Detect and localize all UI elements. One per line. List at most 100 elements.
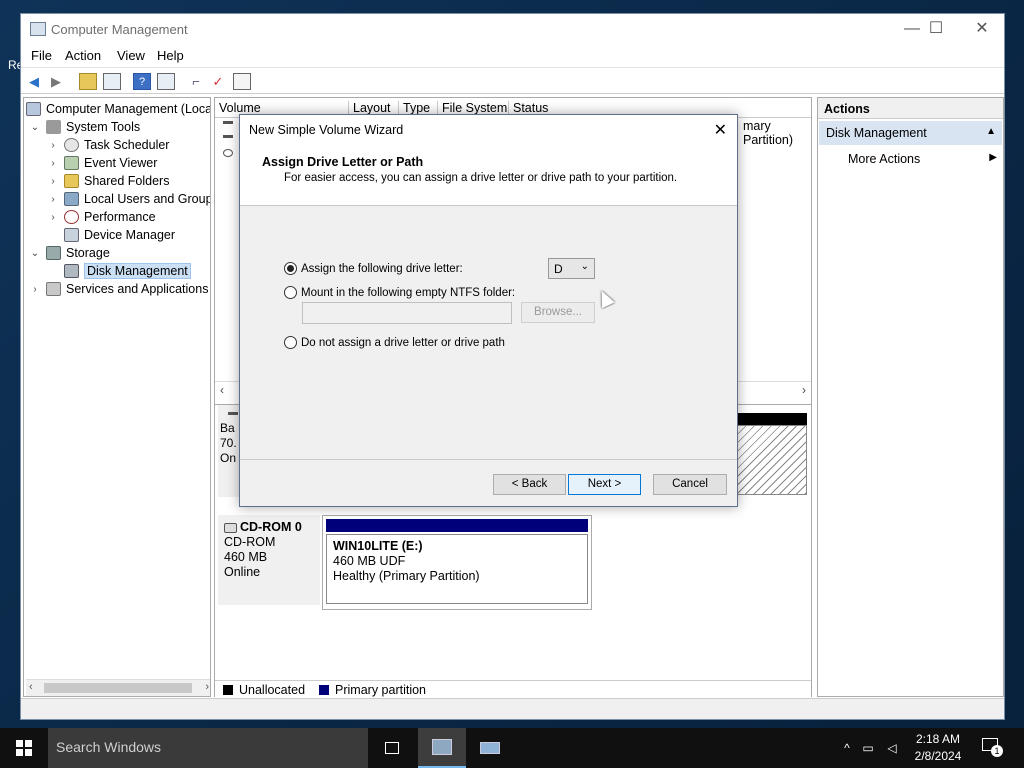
collapsed-chevron-icon[interactable]: ›	[48, 194, 58, 205]
forward-arrow-icon[interactable]: ▶	[47, 73, 65, 90]
taskbar-clock[interactable]: 2:18 AM 2/8/2024	[908, 731, 968, 765]
primary-partition-bar	[326, 519, 588, 532]
properties-icon[interactable]	[233, 73, 251, 90]
dialog-close-button[interactable]: ✕	[714, 120, 727, 140]
menu-help[interactable]: Help	[157, 48, 184, 63]
actions-section-disk-management[interactable]: Disk Management ▲	[819, 121, 1002, 145]
wizard-header: Assign Drive Letter or Path For easier a…	[240, 145, 737, 206]
tree-item-performance[interactable]: › Performance	[48, 208, 156, 226]
dialog-title-bar[interactable]: New Simple Volume Wizard ✕	[240, 115, 737, 145]
radio-mount-folder[interactable]: Mount in the following empty NTFS folder…	[284, 286, 515, 299]
unallocated-space-block[interactable]	[737, 425, 807, 495]
services-icon	[46, 282, 61, 296]
menu-file[interactable]: File	[31, 48, 52, 63]
users-icon	[64, 192, 79, 206]
close-button[interactable]: ✕	[959, 14, 1005, 44]
start-button[interactable]	[0, 728, 48, 768]
system-tray: ^ ▭ ◁	[838, 728, 904, 768]
expanded-chevron-icon[interactable]: ⌄	[30, 122, 40, 133]
cdrom-0-label[interactable]: CD-ROM 0 CD-ROM 460 MB Online	[218, 515, 320, 605]
more-actions-item[interactable]: More Actions ▶	[818, 147, 1003, 171]
tree-item-system-tools[interactable]: ⌄ System Tools	[30, 118, 140, 136]
search-placeholder: Search Windows	[56, 739, 162, 755]
cd-volume-row-icon	[223, 149, 233, 157]
tree-item-storage[interactable]: ⌄ Storage	[30, 244, 110, 262]
show-action-pane-icon[interactable]	[157, 73, 175, 90]
menu-view[interactable]: View	[117, 48, 145, 63]
collapsed-chevron-icon[interactable]: ›	[48, 212, 58, 223]
tree-item-event-viewer[interactable]: › Event Viewer	[48, 154, 157, 172]
notification-center-icon[interactable]: 1	[982, 738, 1003, 757]
next-button[interactable]: Next >	[568, 474, 641, 495]
taskbar-search-box[interactable]: Search Windows	[48, 728, 368, 768]
clock-date: 2/8/2024	[914, 749, 962, 763]
cdrom-partition-block[interactable]: WIN10LITE (E:) 460 MB UDF Healthy (Prima…	[322, 515, 592, 610]
drive-letter-dropdown[interactable]: D ⌄	[548, 258, 595, 279]
tree-item-device-manager[interactable]: Device Manager	[48, 226, 175, 244]
computer-management-icon	[30, 22, 46, 36]
radio-no-letter[interactable]: Do not assign a drive letter or drive pa…	[284, 336, 505, 349]
cdrom-0-size: 460 MB	[224, 550, 268, 564]
collapsed-chevron-icon[interactable]: ›	[48, 176, 58, 187]
ntfs-folder-path-input[interactable]	[302, 302, 512, 324]
volume-status-partial: mary Partition)	[743, 119, 794, 147]
legend-unallocated: Unallocated	[239, 682, 306, 697]
title-bar[interactable]: Computer Management — ☐ ✕	[21, 14, 1004, 45]
up-folder-icon[interactable]	[79, 73, 97, 90]
radio-button-selected[interactable]	[284, 262, 297, 275]
maximize-button[interactable]: ☐	[913, 14, 959, 44]
tree-item-services-applications[interactable]: › Services and Applications	[30, 280, 208, 298]
back-arrow-icon[interactable]: ◀	[25, 73, 43, 90]
wizard-heading: Assign Drive Letter or Path	[262, 155, 424, 169]
toolbar: ◀ ▶ ? ⌐ ✓	[21, 67, 1004, 94]
expanded-chevron-icon[interactable]: ⌄	[30, 248, 40, 259]
tree-item-disk-management[interactable]: Disk Management	[48, 262, 191, 280]
unallocated-header-bar	[737, 413, 807, 425]
actions-section-label: Disk Management	[826, 126, 927, 140]
tray-chevron-up-icon[interactable]: ^	[838, 741, 856, 755]
disk-management-icon	[64, 264, 79, 278]
windows-logo-icon	[16, 740, 32, 756]
volume-muted-icon[interactable]: ◁	[880, 741, 904, 755]
menu-action[interactable]: Action	[65, 48, 101, 63]
console-tree: Computer Management (Local ⌄ System Tool…	[23, 97, 211, 697]
collapsed-chevron-icon[interactable]: ›	[48, 140, 58, 151]
tree-item-computer-management[interactable]: Computer Management (Local	[26, 100, 210, 118]
primary-partition-swatch	[319, 684, 330, 695]
radio-button[interactable]	[284, 286, 297, 299]
collapse-up-icon[interactable]: ▲	[986, 126, 996, 137]
tree-horizontal-scrollbar[interactable]: ‹ ›	[26, 679, 210, 696]
new-simple-volume-wizard-dialog: New Simple Volume Wizard ✕ Assign Drive …	[239, 114, 738, 507]
tree-item-task-scheduler[interactable]: › Task Scheduler	[48, 136, 169, 154]
network-icon[interactable]: ▭	[856, 741, 880, 755]
computer-management-taskbar-icon[interactable]	[418, 728, 466, 768]
checklist-icon[interactable]: ✓	[209, 73, 227, 90]
tree-item-local-users-groups[interactable]: › Local Users and Groups	[48, 190, 210, 208]
clock-icon	[64, 138, 79, 152]
disk-tool-taskbar-icon[interactable]	[466, 728, 514, 768]
browse-button[interactable]: Browse...	[521, 302, 595, 323]
collapsed-chevron-icon[interactable]: ›	[30, 284, 40, 295]
cdrom-0-status: Online	[224, 565, 261, 579]
task-view-icon[interactable]	[368, 728, 416, 768]
cdrom-0-type: CD-ROM	[224, 535, 276, 549]
cdrom-0-name: CD-ROM 0	[240, 520, 302, 534]
scroll-thumb[interactable]	[44, 683, 192, 693]
back-button[interactable]: < Back	[493, 474, 566, 495]
scroll-left-icon[interactable]: ‹	[220, 383, 224, 397]
cancel-button[interactable]: Cancel	[653, 474, 727, 495]
tree-item-shared-folders[interactable]: › Shared Folders	[48, 172, 169, 190]
radio-assign-letter[interactable]: Assign the following drive letter:	[284, 262, 463, 275]
storage-icon	[46, 246, 61, 260]
radio-button[interactable]	[284, 336, 297, 349]
taskbar: Search Windows ^ ▭ ◁ 2:18 AM 2/8/2024 1	[0, 728, 1024, 768]
collapsed-chevron-icon[interactable]: ›	[48, 158, 58, 169]
help-icon[interactable]: ?	[133, 73, 151, 90]
shared-folder-icon	[64, 174, 79, 188]
connect-icon[interactable]: ⌐	[187, 73, 205, 90]
scroll-right-icon[interactable]: ›	[205, 681, 209, 693]
scroll-left-icon[interactable]: ‹	[29, 681, 33, 693]
drive-letter-value: D	[554, 262, 563, 276]
show-hide-tree-icon[interactable]	[103, 73, 121, 90]
scroll-right-icon[interactable]: ›	[802, 383, 806, 397]
